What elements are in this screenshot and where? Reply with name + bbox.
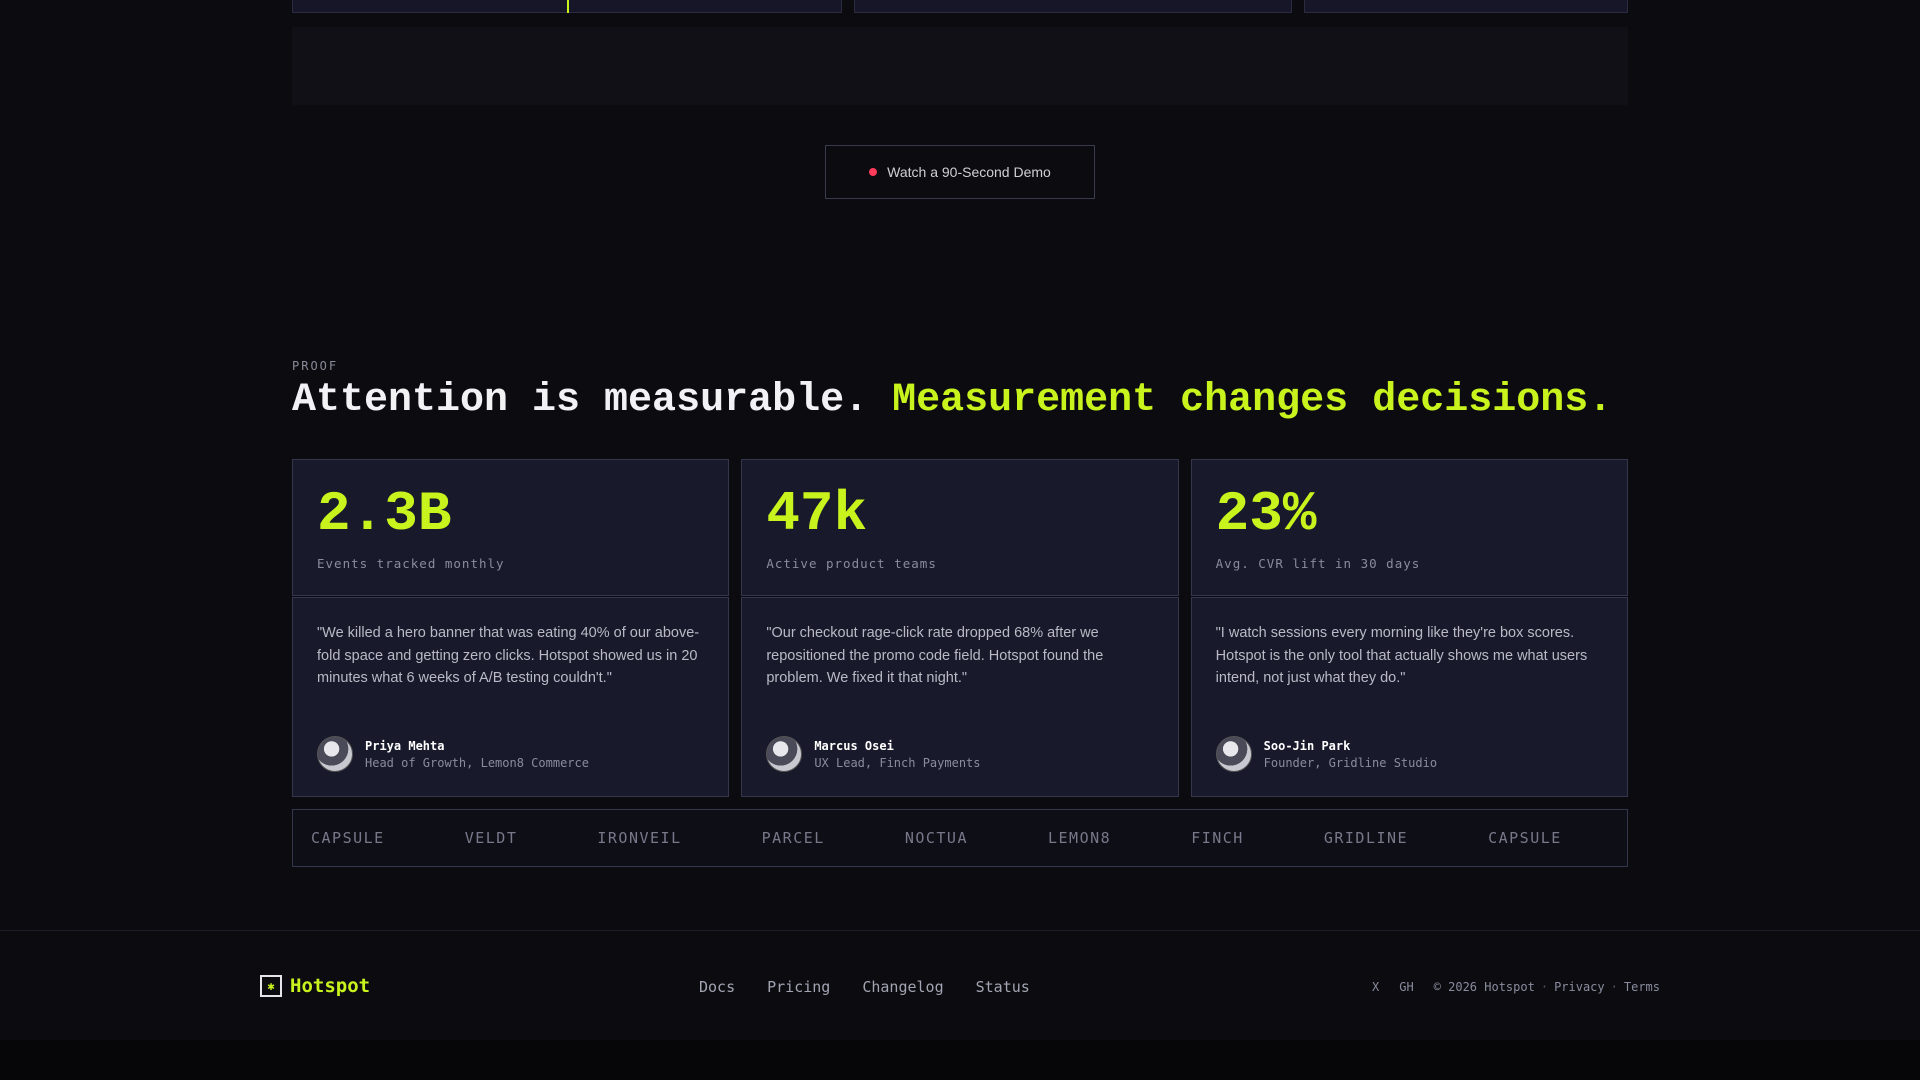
top-card-accent: [567, 0, 569, 13]
author-name: Priya Mehta: [365, 738, 445, 753]
github-social-link[interactable]: GH: [1399, 980, 1413, 994]
section-eyebrow: PROOF: [292, 359, 339, 373]
testimonial-author: Priya Mehta Head of Growth, Lemon8 Comme…: [317, 736, 589, 772]
customer-logo: PARCEL: [761, 829, 825, 847]
author-name: Soo-Jin Park: [1263, 738, 1351, 753]
footer-link-status[interactable]: Status: [976, 978, 1030, 996]
customer-logo: GRIDLINE: [1323, 829, 1409, 847]
stat-label: Events tracked monthly: [317, 556, 505, 571]
hotspot-logo-icon: ✱: [260, 975, 282, 997]
stat-card: 47k Active product teams: [741, 459, 1179, 596]
customer-logo: NOCTUA: [904, 829, 968, 847]
author-role: Head of Growth, Lemon8 Commerce: [365, 755, 589, 770]
terms-link[interactable]: Terms: [1624, 980, 1660, 994]
top-card: [1304, 0, 1628, 13]
copyright: © 2026 Hotspot: [1433, 980, 1535, 994]
privacy-link[interactable]: Privacy: [1554, 980, 1605, 994]
customer-logo: CAPSULE: [311, 829, 385, 847]
testimonial-quote: "Our checkout rage-click rate dropped 68…: [766, 625, 1104, 686]
footer-brand-link[interactable]: ✱ Hotspot: [260, 975, 370, 997]
testimonial-quote: "I watch sessions every morning like the…: [1215, 625, 1588, 686]
avatar: [1215, 736, 1252, 772]
footer-link-changelog[interactable]: Changelog: [862, 978, 943, 996]
testimonial-author: Soo-Jin Park Founder, Gridline Studio: [1215, 736, 1438, 772]
author-role: UX Lead, Finch Payments: [814, 755, 981, 770]
author-name: Marcus Osei: [814, 738, 894, 753]
stat-value: 47k: [766, 482, 868, 546]
author-role: Founder, Gridline Studio: [1263, 755, 1438, 770]
footer-legal: © 2026 Hotspot · Privacy · Terms: [1434, 980, 1660, 994]
footer-link-pricing[interactable]: Pricing: [767, 978, 830, 996]
testimonial-card: "Our checkout rage-click rate dropped 68…: [741, 597, 1179, 797]
top-card-strip: [292, 0, 1628, 13]
headline-accent: Measurement changes decisions.: [892, 378, 1613, 423]
testimonial-card: "We killed a hero banner that was eating…: [292, 597, 730, 797]
customer-logo-strip: CAPSULE VELDT IRONVEIL PARCEL NOCTUA LEM…: [292, 809, 1628, 867]
footer-nav: Docs Pricing Changelog Status: [699, 978, 1030, 996]
footer-bottom-band: [0, 1040, 1920, 1080]
testimonial-quote: "We killed a hero banner that was eating…: [317, 625, 700, 686]
customer-logo: FINCH: [1191, 829, 1244, 847]
x-social-link[interactable]: X: [1372, 980, 1379, 994]
separator: ·: [1610, 980, 1618, 994]
testimonials-row: "We killed a hero banner that was eating…: [292, 597, 1628, 797]
stat-value: 2.3B: [317, 482, 452, 546]
avatar: [766, 736, 803, 772]
preview-band: [292, 27, 1628, 105]
headline-main: Attention is measurable.: [292, 378, 869, 423]
stat-value: 23%: [1215, 482, 1317, 546]
record-dot-icon: [869, 168, 878, 176]
top-card: [854, 0, 1292, 13]
footer-right: X GH © 2026 Hotspot · Privacy · Terms: [1372, 980, 1660, 994]
section-headline: Attention is measurable. Measurement cha…: [292, 378, 1672, 423]
stat-label: Active product teams: [766, 556, 937, 571]
customer-logo: VELDT: [464, 829, 518, 847]
avatar: [317, 736, 353, 772]
watch-demo-button[interactable]: Watch a 90-Second Demo: [825, 145, 1095, 199]
brand-name: Hotspot: [290, 975, 371, 997]
customer-logo: CAPSULE: [1488, 829, 1562, 847]
stat-card: 2.3B Events tracked monthly: [292, 459, 730, 596]
watch-demo-label: Watch a 90-Second Demo: [887, 164, 1051, 180]
stat-card: 23% Avg. CVR lift in 30 days: [1190, 459, 1628, 596]
customer-logo: LEMON8: [1048, 829, 1112, 847]
footer-link-docs[interactable]: Docs: [699, 978, 735, 996]
stat-label: Avg. CVR lift in 30 days: [1215, 556, 1421, 571]
logo-track: CAPSULE VELDT IRONVEIL PARCEL NOCTUA LEM…: [293, 810, 1627, 866]
stats-row: 2.3B Events tracked monthly 47k Active p…: [292, 459, 1628, 596]
site-footer: ✱ Hotspot Docs Pricing Changelog Status …: [0, 930, 1920, 1040]
testimonial-card: "I watch sessions every morning like the…: [1190, 597, 1628, 797]
testimonial-author: Marcus Osei UX Lead, Finch Payments: [766, 736, 981, 772]
customer-logo: IRONVEIL: [597, 829, 682, 847]
separator: ·: [1540, 980, 1549, 994]
